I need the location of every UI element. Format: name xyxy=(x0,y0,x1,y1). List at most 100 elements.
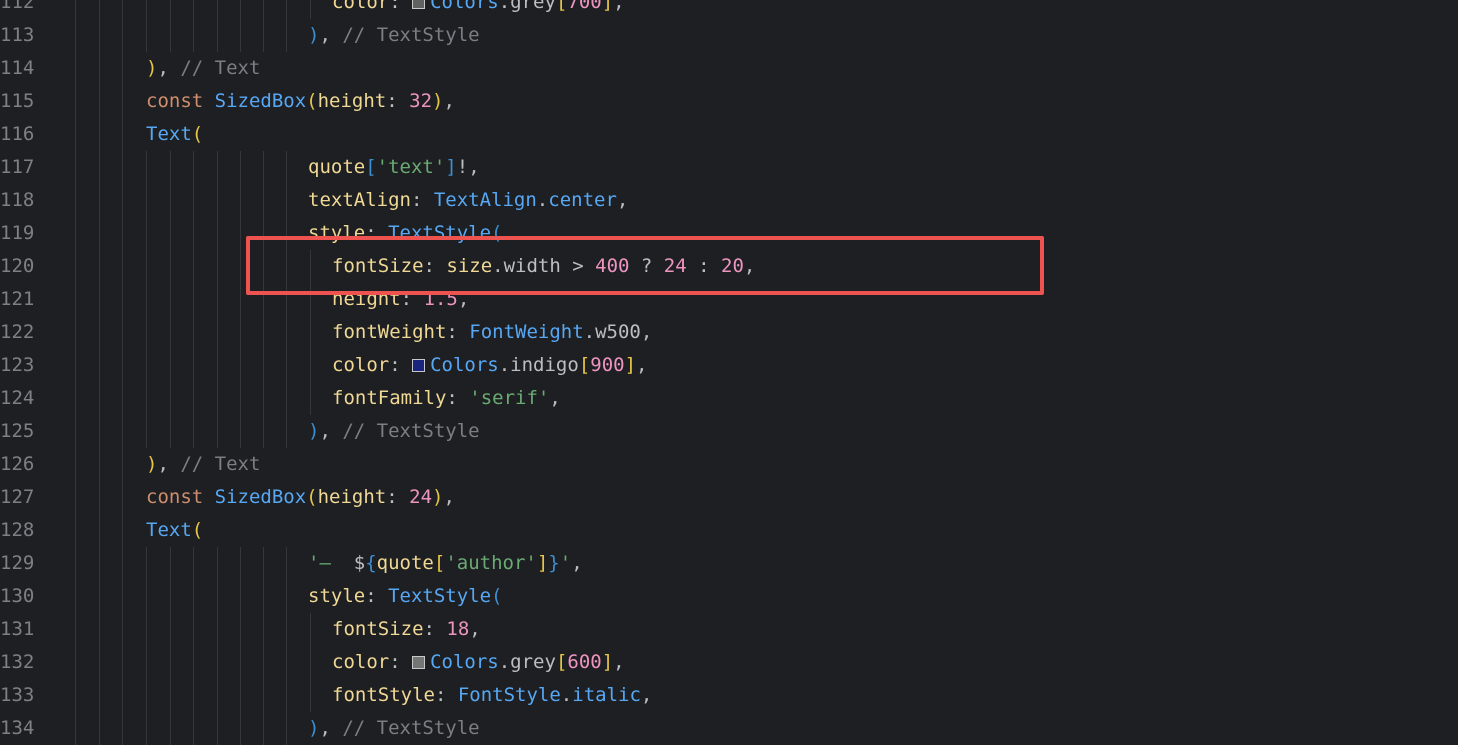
code-text[interactable]: style: TextStyle( xyxy=(308,580,503,613)
code-text[interactable]: color: Colors.indigo[900], xyxy=(332,349,648,382)
code-token: , xyxy=(457,288,470,310)
code-token: ) xyxy=(308,420,320,442)
code-text[interactable]: ), // Text xyxy=(146,448,260,481)
code-token: . xyxy=(536,189,549,211)
color-swatch-icon[interactable] xyxy=(412,656,426,669)
code-text[interactable]: const SizedBox(height: 32), xyxy=(146,85,455,118)
code-line[interactable]: 119 style: TextStyle( xyxy=(0,217,1458,250)
indent-guide xyxy=(263,580,264,613)
code-token: 400 xyxy=(595,255,630,277)
indent-guide xyxy=(310,382,311,415)
indent-guide xyxy=(240,151,241,184)
indent-guide xyxy=(217,679,218,712)
code-token: TextAlign xyxy=(433,189,537,211)
code-line[interactable]: 117 quote['text']!, xyxy=(0,151,1458,184)
indent-guide xyxy=(122,514,123,547)
code-token: , xyxy=(613,651,625,673)
code-text[interactable]: height: 1.5, xyxy=(332,283,469,316)
code-line[interactable]: 115 const SizedBox(height: 32), xyxy=(0,85,1458,118)
code-token: ) xyxy=(432,90,444,112)
line-number: 123 xyxy=(0,354,35,376)
code-text[interactable]: const SizedBox(height: 24), xyxy=(146,481,455,514)
code-token: ] xyxy=(601,0,614,13)
code-token: Text xyxy=(146,123,192,145)
code-token: SizedBox xyxy=(214,90,307,112)
code-text[interactable]: ), // TextStyle xyxy=(308,19,480,52)
code-line[interactable]: 131 fontSize: 18, xyxy=(0,613,1458,646)
code-token: FontStyle xyxy=(457,684,561,706)
indent-guide xyxy=(99,151,100,184)
line-number: 131 xyxy=(0,618,35,640)
code-editor[interactable]: 112 color: Colors.grey[700], 113), // Text… xyxy=(0,0,1458,745)
code-line[interactable]: 113), // TextStyle xyxy=(0,19,1458,52)
indent-guide xyxy=(122,448,123,481)
code-token: , xyxy=(443,90,455,112)
code-token: : xyxy=(386,90,410,112)
indent-guide xyxy=(146,382,147,415)
code-line[interactable]: 122 fontWeight: FontWeight.w500, xyxy=(0,316,1458,349)
code-text[interactable]: Text( xyxy=(146,118,203,151)
indent-guide xyxy=(286,184,287,217)
indent-guide xyxy=(170,217,171,250)
indent-guide xyxy=(146,580,147,613)
code-text[interactable]: quote['text']!, xyxy=(308,151,480,184)
color-swatch-icon[interactable] xyxy=(412,359,426,372)
code-token: ) xyxy=(308,717,320,739)
code-line[interactable]: 121 height: 1.5, xyxy=(0,283,1458,316)
code-text[interactable]: fontSize: size.width > 400 ? 24 : 20, xyxy=(332,250,755,283)
code-text[interactable]: ), // Text xyxy=(146,52,260,85)
code-line[interactable]: 134), // TextStyle xyxy=(0,712,1458,745)
line-number: 122 xyxy=(0,321,35,343)
indent-guide xyxy=(217,415,218,448)
indent-guide xyxy=(240,349,241,382)
code-line[interactable]: 128 Text( xyxy=(0,514,1458,547)
indent-guide xyxy=(240,316,241,349)
indent-guide xyxy=(122,316,123,349)
indent-guide xyxy=(217,184,218,217)
indent-guide xyxy=(99,415,100,448)
code-line[interactable]: 127 const SizedBox(height: 24), xyxy=(0,481,1458,514)
code-line[interactable]: 126), // Text xyxy=(0,448,1458,481)
code-line[interactable]: 123 color: Colors.indigo[900], xyxy=(0,349,1458,382)
code-text[interactable]: fontStyle: FontStyle.italic, xyxy=(332,679,652,712)
line-number: 117 xyxy=(0,156,35,178)
indent-guide xyxy=(263,415,264,448)
indent-guide xyxy=(217,0,218,19)
code-text[interactable]: fontWeight: FontWeight.w500, xyxy=(332,316,652,349)
code-text[interactable]: color: Colors.grey[700], xyxy=(332,0,625,19)
code-line[interactable]: 133 fontStyle: FontStyle.italic, xyxy=(0,679,1458,712)
code-text[interactable]: '— ${quote['author']}', xyxy=(308,547,583,580)
code-text[interactable]: fontSize: 18, xyxy=(332,613,481,646)
code-line[interactable]: 129 '— ${quote['author']}', xyxy=(0,547,1458,580)
code-token: ' xyxy=(559,552,572,574)
indent-guide xyxy=(193,580,194,613)
indent-guide xyxy=(122,679,123,712)
indent-guide xyxy=(122,151,123,184)
code-text[interactable]: ), // TextStyle xyxy=(308,712,480,745)
indent-guide xyxy=(99,679,100,712)
color-swatch-icon[interactable] xyxy=(412,0,426,9)
code-token: 32 xyxy=(409,90,433,112)
code-line[interactable]: 132 color: Colors.grey[600], xyxy=(0,646,1458,679)
code-line[interactable]: 114), // Text xyxy=(0,52,1458,85)
code-line[interactable]: 112 color: Colors.grey[700], xyxy=(0,0,1458,19)
code-line[interactable]: 124 fontFamily: 'serif', xyxy=(0,382,1458,415)
code-token: ( xyxy=(491,585,503,607)
code-line[interactable]: 118 textAlign: TextAlign.center, xyxy=(0,184,1458,217)
code-token: // TextStyle xyxy=(342,24,480,46)
indent-guide xyxy=(286,547,287,580)
indent-guide xyxy=(310,0,311,19)
code-text[interactable]: color: Colors.grey[600], xyxy=(332,646,625,679)
code-line[interactable]: 130 style: TextStyle( xyxy=(0,580,1458,613)
indent-guide xyxy=(99,580,100,613)
code-line[interactable]: 125), // TextStyle xyxy=(0,415,1458,448)
code-text[interactable]: ), // TextStyle xyxy=(308,415,480,448)
code-text[interactable]: style: TextStyle( xyxy=(308,217,503,250)
code-line[interactable]: 116 Text( xyxy=(0,118,1458,151)
line-number: 133 xyxy=(0,684,35,706)
indent-guide xyxy=(122,52,123,85)
code-text[interactable]: fontFamily: 'serif', xyxy=(332,382,561,415)
code-text[interactable]: Text( xyxy=(146,514,203,547)
code-text[interactable]: textAlign: TextAlign.center, xyxy=(308,184,628,217)
code-line[interactable]: 120 fontSize: size.width > 400 ? 24 : 20, xyxy=(0,250,1458,283)
